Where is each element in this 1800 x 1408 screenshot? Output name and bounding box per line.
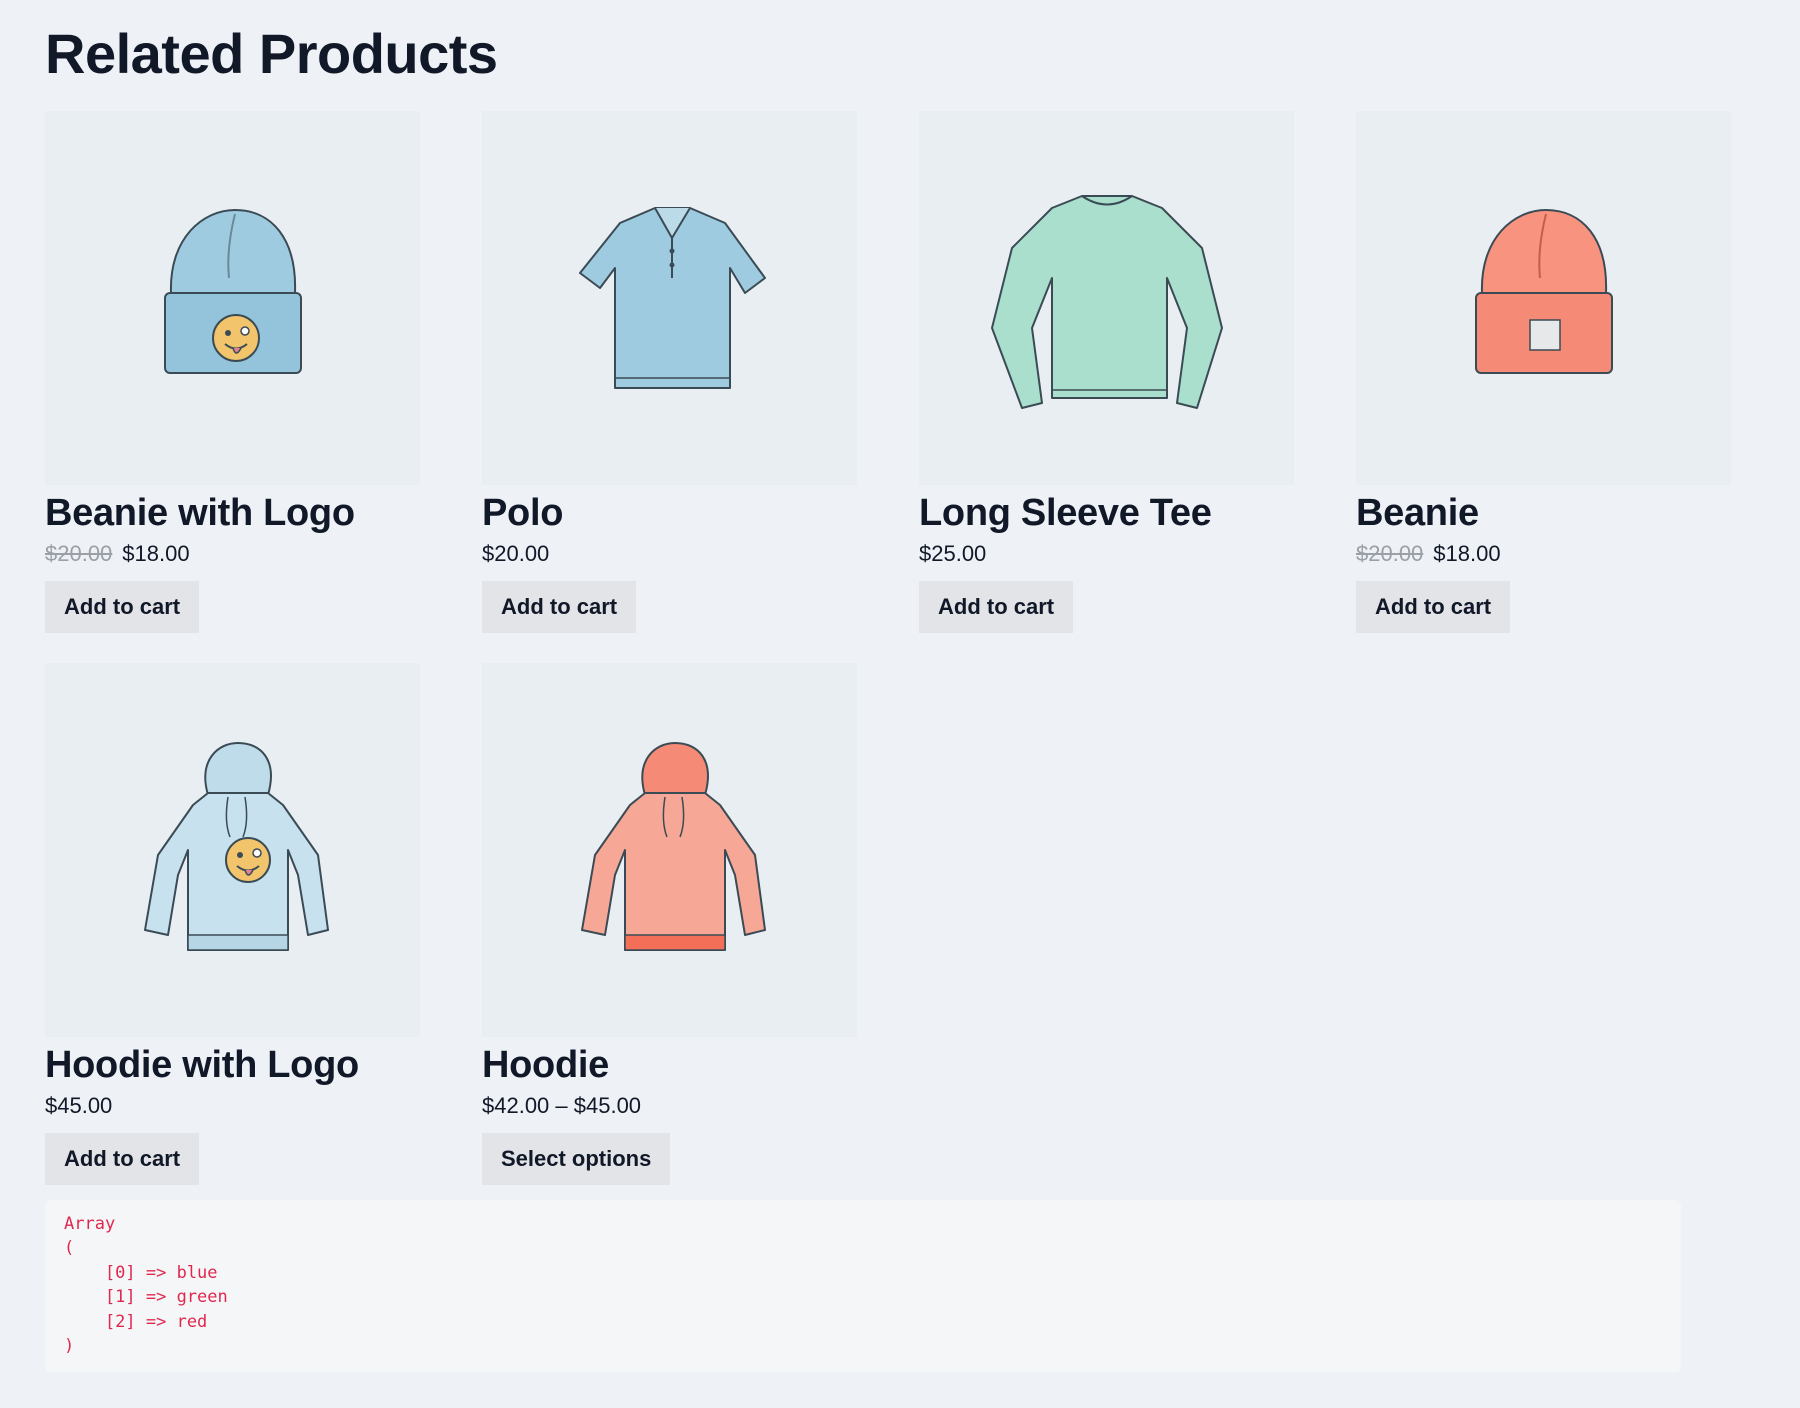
sale-price: $18.00 <box>1433 541 1501 566</box>
product-name[interactable]: Hoodie with Logo <box>45 1043 420 1087</box>
product-card: Beanie $20.00 $18.00 Add to cart <box>1356 111 1731 633</box>
product-image-polo[interactable] <box>482 111 857 485</box>
add-to-cart-button[interactable]: Add to cart <box>482 581 637 633</box>
original-price: $20.00 <box>45 541 113 566</box>
product-image-hoodie[interactable] <box>482 663 857 1037</box>
product-card: Polo $20.00 Add to cart <box>482 111 857 633</box>
product-card: Hoodie with Logo $45.00 Add to cart <box>45 663 420 1185</box>
regular-price: $20.00 <box>482 541 550 566</box>
polo-shirt-image <box>578 207 766 389</box>
hoodie-logo-image <box>143 741 329 951</box>
product-price: $45.00 <box>45 1091 420 1121</box>
section-title: Related Products <box>45 22 498 85</box>
product-name[interactable]: Hoodie <box>482 1043 857 1087</box>
product-name[interactable]: Long Sleeve Tee <box>919 491 1294 535</box>
beanie-image <box>1474 208 1613 374</box>
product-name[interactable]: Beanie <box>1356 491 1731 535</box>
debug-output: Array ( [0] => blue [1] => green [2] => … <box>45 1200 1681 1372</box>
regular-price: $25.00 <box>919 541 987 566</box>
product-name[interactable]: Polo <box>482 491 857 535</box>
product-price: $42.00 – $45.00 <box>482 1091 857 1121</box>
long-sleeve-tee-image <box>990 195 1223 409</box>
sale-price: $18.00 <box>122 541 190 566</box>
product-image-beanie[interactable] <box>1356 111 1731 485</box>
product-card: Long Sleeve Tee $25.00 Add to cart <box>919 111 1294 633</box>
product-image-hoodie-with-logo[interactable] <box>45 663 420 1037</box>
add-to-cart-button[interactable]: Add to cart <box>45 1133 200 1185</box>
related-products-page: Related Products Beanie with Logo $20.00… <box>0 0 1800 1408</box>
product-name[interactable]: Beanie with Logo <box>45 491 420 535</box>
product-price: $20.00 $18.00 <box>1356 539 1731 569</box>
product-image-long-sleeve-tee[interactable] <box>919 111 1294 485</box>
add-to-cart-button[interactable]: Add to cart <box>919 581 1074 633</box>
product-price: $25.00 <box>919 539 1294 569</box>
regular-price: $45.00 <box>45 1093 113 1118</box>
product-price: $20.00 $18.00 <box>45 539 420 569</box>
original-price: $20.00 <box>1356 541 1424 566</box>
product-card: Hoodie $42.00 – $45.00 Select options <box>482 663 857 1185</box>
beanie-logo-image <box>163 208 302 374</box>
select-options-button[interactable]: Select options <box>482 1133 671 1185</box>
hoodie-image <box>580 741 766 951</box>
product-image-beanie-with-logo[interactable] <box>45 111 420 485</box>
product-price: $20.00 <box>482 539 857 569</box>
price-range: $42.00 – $45.00 <box>482 1093 642 1118</box>
add-to-cart-button[interactable]: Add to cart <box>45 581 200 633</box>
add-to-cart-button[interactable]: Add to cart <box>1356 581 1511 633</box>
product-card: Beanie with Logo $20.00 $18.00 Add to car… <box>45 111 420 633</box>
